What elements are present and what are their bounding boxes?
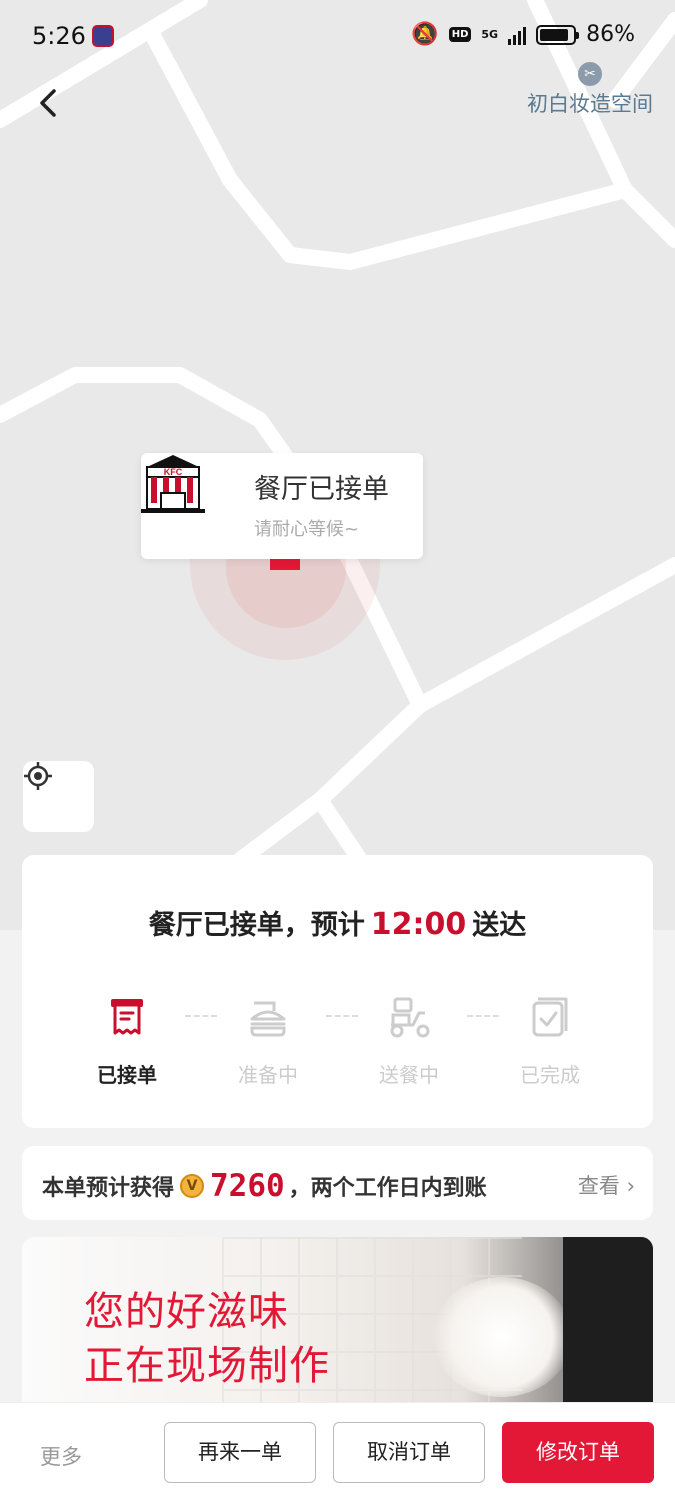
order-progress: 已接单 准备中 送餐中 已完成 — [77, 993, 622, 1093]
step-completed: 已完成 — [500, 993, 600, 1088]
clock: 5:26 — [32, 22, 86, 50]
kfc-logo-text: KFC — [164, 467, 183, 477]
battery-level: 86% — [586, 22, 635, 47]
map-poi[interactable]: ✂ 初白妆造空间 — [520, 62, 660, 118]
view-label: 查看 — [577, 1174, 620, 1198]
kfc-store-logo: KFC — [141, 455, 205, 513]
popup-subtitle: 请耐心等候~ — [254, 519, 360, 540]
scooter-icon — [390, 997, 430, 1038]
points-suffix: ，两个工作日内到账 — [288, 1176, 487, 1201]
banner-line-1: 您的好滋味 — [84, 1289, 289, 1335]
checkbox-icon — [532, 997, 568, 1037]
more-button[interactable]: 更多 — [40, 1441, 82, 1471]
back-button[interactable] — [30, 85, 66, 121]
network-type: 5G — [481, 28, 499, 41]
locate-button[interactable] — [23, 761, 94, 832]
bottom-action-bar: 更多 再来一单 取消订单 修改订单 — [0, 1402, 675, 1500]
step-delivering: 送餐中 — [359, 993, 459, 1088]
chevron-left-icon — [40, 89, 56, 117]
scissors-icon: ✂ — [578, 62, 602, 86]
step-label: 送餐中 — [379, 1063, 439, 1087]
points-text: 本单预计获得 V 7260 ，两个工作日内到账 — [42, 1168, 487, 1204]
promo-banner[interactable]: 您的好滋味 正在现场制作 — [22, 1237, 653, 1417]
notification-app-icon — [92, 25, 114, 47]
view-points-link[interactable]: 查看 › — [578, 1170, 635, 1200]
step-connector — [185, 1015, 217, 1017]
step-label: 已接单 — [97, 1063, 157, 1087]
step-preparing: 准备中 — [218, 993, 318, 1088]
order-status-card: 餐厅已接单，预计 12:00 送达 已接单 准备中 送餐中 已完成 — [22, 855, 653, 1128]
step-connector — [467, 1015, 499, 1017]
points-value: 7260 — [210, 1168, 285, 1204]
step-label: 已完成 — [520, 1063, 580, 1087]
banner-chef-image — [563, 1237, 653, 1417]
popup-title: 餐厅已接单 — [254, 474, 389, 505]
restaurant-popup: KFC 餐厅已接单 请耐心等候~ — [141, 453, 423, 559]
step-accepted: 已接单 — [77, 993, 177, 1088]
receipt-icon — [111, 999, 143, 1035]
system-icons: 🔕 HD 5G 86% — [411, 22, 635, 47]
eta-headline: 餐厅已接单，预计 12:00 送达 — [22, 903, 653, 942]
reorder-button[interactable]: 再来一单 — [164, 1422, 316, 1483]
hd-icon: HD — [448, 27, 472, 42]
banner-flour-image — [432, 1277, 572, 1397]
banner-line-2: 正在现场制作 — [84, 1343, 330, 1389]
points-prefix: 本单预计获得 — [42, 1176, 175, 1201]
chevron-right-icon: › — [619, 1174, 635, 1198]
burger-icon — [250, 1001, 286, 1037]
headline-prefix: 餐厅已接单，预计 — [148, 910, 365, 941]
crosshair-icon — [24, 762, 52, 790]
step-label: 准备中 — [238, 1063, 298, 1087]
coin-icon: V — [180, 1174, 205, 1198]
headline-suffix: 送达 — [472, 910, 527, 941]
modify-order-button[interactable]: 修改订单 — [502, 1422, 654, 1483]
signal-icon — [508, 25, 527, 45]
step-connector — [326, 1015, 358, 1017]
points-card[interactable]: 本单预计获得 V 7260 ，两个工作日内到账 查看 › — [22, 1146, 653, 1220]
battery-icon — [536, 24, 580, 45]
poi-label: 初白妆造空间 — [527, 92, 653, 116]
mute-bell-icon: 🔕 — [411, 22, 439, 47]
map-view[interactable]: 5:26 🔕 HD 5G 86% ✂ 初白妆造空间 KFC 餐厅已接单 请耐心等… — [0, 0, 675, 930]
cancel-order-button[interactable]: 取消订单 — [333, 1422, 485, 1483]
eta-time: 12:00 — [370, 907, 467, 942]
